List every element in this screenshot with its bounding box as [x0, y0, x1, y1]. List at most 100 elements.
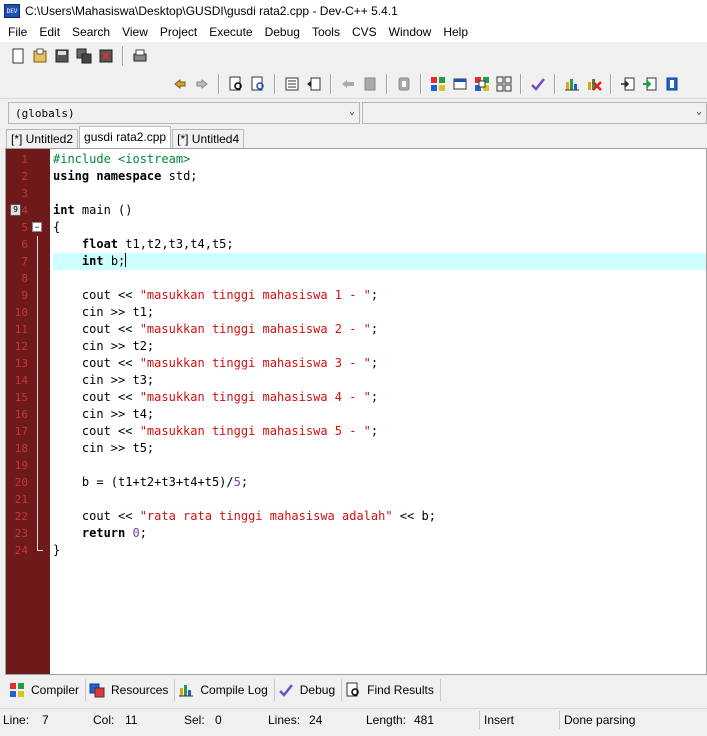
code-editor[interactable]: 1 2 3 4 5 6 7 8 9 10 11 12 13 14 15 16 17 18 19 20 21 22 23 24 9…: [5, 148, 707, 675]
code-line[interactable]: cout << "masukkan tinggi mahasiswa 5 - "…: [53, 423, 706, 440]
bookmark-icon[interactable]: 9: [10, 204, 21, 216]
code-line[interactable]: [53, 185, 706, 202]
status-col-label: Col:: [93, 713, 115, 727]
line-number: 17: [14, 425, 28, 438]
tab-untitled2[interactable]: [*] Untitled2: [6, 129, 79, 148]
goto-forward-icon[interactable]: [360, 74, 380, 94]
fold-collapse-icon[interactable]: −: [32, 222, 42, 232]
tab-compiler-label: Compiler: [31, 683, 80, 697]
code-line[interactable]: cout << "masukkan tinggi mahasiswa 1 - "…: [53, 287, 706, 304]
line-number: 24: [14, 544, 28, 557]
close-all-icon[interactable]: [662, 74, 682, 94]
menu-execute[interactable]: Execute: [203, 25, 258, 39]
save-all-icon[interactable]: [74, 46, 94, 66]
toolbar-separator: [610, 74, 612, 94]
code-line[interactable]: #include <iostream>: [53, 151, 706, 168]
menu-search[interactable]: Search: [66, 25, 116, 39]
code-line[interactable]: float t1,t2,t3,t4,t5;: [53, 236, 706, 253]
tab-compiler[interactable]: Compiler: [6, 679, 87, 701]
replace-icon[interactable]: [248, 74, 268, 94]
code-line[interactable]: {: [53, 219, 706, 236]
delete-profile-icon[interactable]: [584, 74, 604, 94]
resources-icon: [89, 683, 105, 698]
scope-combo[interactable]: (globals) ⌄: [8, 102, 360, 124]
undo-icon[interactable]: [170, 74, 190, 94]
toolbar-separator: [122, 46, 124, 66]
line-number: 15: [14, 391, 28, 404]
code-line[interactable]: cin >> t2;: [53, 338, 706, 355]
goto-back-icon[interactable]: [338, 74, 358, 94]
goto-declaration-icon[interactable]: [618, 74, 638, 94]
line-number: 1: [21, 153, 28, 166]
menu-file[interactable]: File: [2, 25, 33, 39]
status-lines-label: Lines:: [268, 713, 301, 727]
line-number: 22: [14, 510, 28, 523]
code-line[interactable]: [53, 270, 706, 287]
indent-icon[interactable]: [282, 74, 302, 94]
member-combo[interactable]: ⌄: [362, 102, 707, 124]
line-number: 9: [21, 289, 28, 302]
save-icon[interactable]: [52, 46, 72, 66]
code-line[interactable]: using namespace std;: [53, 168, 706, 185]
code-line[interactable]: cin >> t3;: [53, 372, 706, 389]
code-line[interactable]: }: [53, 542, 706, 559]
line-gutter: 1 2 3 4 5 6 7 8 9 10 11 12 13 14 15 16 17 18 19 20 21 22 23 24 9…: [6, 149, 50, 674]
code-line[interactable]: cin >> t1;: [53, 304, 706, 321]
menu-edit[interactable]: Edit: [33, 25, 66, 39]
rebuild-all-icon[interactable]: [494, 74, 514, 94]
new-file-icon[interactable]: [8, 46, 28, 66]
syntax-check-icon[interactable]: [528, 74, 548, 94]
line-number: 14: [14, 374, 28, 387]
close-file-icon[interactable]: [96, 46, 116, 66]
line-number: 2: [21, 170, 28, 183]
code-line[interactable]: cout << "masukkan tinggi mahasiswa 3 - "…: [53, 355, 706, 372]
code-line[interactable]: int main (): [53, 202, 706, 219]
code-line[interactable]: cout << "masukkan tinggi mahasiswa 4 - "…: [53, 389, 706, 406]
tab-debug[interactable]: Debug: [275, 679, 343, 701]
open-file-icon[interactable]: [30, 46, 50, 66]
menu-tools[interactable]: Tools: [306, 25, 346, 39]
tab-compile-log[interactable]: Compile Log: [175, 679, 275, 701]
menu-bar: File Edit Search View Project Execute De…: [0, 22, 707, 42]
code-line[interactable]: [53, 491, 706, 508]
line-number: 5: [21, 221, 28, 234]
menu-view[interactable]: View: [116, 25, 154, 39]
tab-untitled4[interactable]: [*] Untitled4: [172, 129, 245, 148]
profile-chart-icon[interactable]: [562, 74, 582, 94]
compile-icon[interactable]: [428, 74, 448, 94]
code-line[interactable]: b = (t1+t2+t3+t4+t5)/5;: [53, 474, 706, 491]
code-line[interactable]: cout << "masukkan tinggi mahasiswa 2 - "…: [53, 321, 706, 338]
code-line[interactable]: cin >> t4;: [53, 406, 706, 423]
tab-gusdi-rata2[interactable]: gusdi rata2.cpp: [79, 126, 172, 148]
print-icon[interactable]: [130, 46, 150, 66]
code-line[interactable]: cin >> t5;: [53, 440, 706, 457]
bottom-panel-tabs: Compiler Resources Compile Log Debug Fin…: [0, 678, 707, 702]
tab-find-results[interactable]: Find Results: [342, 679, 441, 701]
chevron-down-icon[interactable]: ⌄: [349, 106, 355, 117]
tab-resources[interactable]: Resources: [86, 679, 176, 701]
menu-cvs[interactable]: CVS: [346, 25, 383, 39]
menu-project[interactable]: Project: [154, 25, 203, 39]
menu-debug[interactable]: Debug: [259, 25, 306, 39]
class-browser-bar: (globals) ⌄ ⌄: [0, 98, 707, 126]
goto-definition-icon[interactable]: [640, 74, 660, 94]
find-icon[interactable]: [226, 74, 246, 94]
tab-find-results-label: Find Results: [367, 683, 434, 697]
toolbar-separator: [274, 74, 276, 94]
redo-icon[interactable]: [192, 74, 212, 94]
unindent-icon[interactable]: [304, 74, 324, 94]
status-line-label: Line:: [3, 713, 30, 727]
menu-window[interactable]: Window: [383, 25, 438, 39]
tab-resources-label: Resources: [111, 683, 169, 697]
code-line[interactable]: int b;: [53, 253, 706, 270]
run-icon[interactable]: [450, 74, 470, 94]
toggle-comment-icon[interactable]: [394, 74, 414, 94]
code-line[interactable]: return 0;: [53, 525, 706, 542]
toolbar-separator: [330, 74, 332, 94]
code-line[interactable]: [53, 457, 706, 474]
code-line[interactable]: cout << "rata rata tinggi mahasiswa adal…: [53, 508, 706, 525]
compile-run-icon[interactable]: [472, 74, 492, 94]
menu-help[interactable]: Help: [437, 25, 474, 39]
chevron-down-icon[interactable]: ⌄: [696, 106, 702, 117]
tab-compile-log-label: Compile Log: [200, 683, 268, 697]
